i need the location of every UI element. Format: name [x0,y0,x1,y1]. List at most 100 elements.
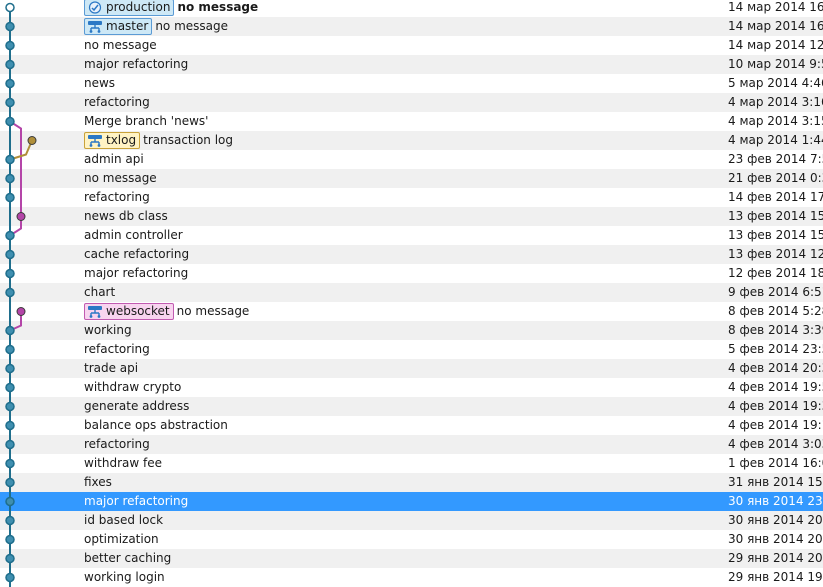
commit-message-cell: no message [84,36,157,55]
commit-message-cell: admin controller [84,226,183,245]
commit-message: admin controller [84,228,183,242]
commit-date: 23 фев 2014 7:56 [728,152,823,166]
branch-label-text: master [106,19,149,33]
commit-row[interactable]: news 5 мар 2014 4:46 [0,74,823,93]
commit-row[interactable]: working 8 фев 2014 3:39 [0,321,823,340]
commit-row[interactable]: txlog transaction log 4 мар 2014 1:44 [0,131,823,150]
commit-message-cell: balance ops abstraction [84,416,228,435]
branch-label-text: websocket [106,304,170,318]
commit-row[interactable]: refactoring 14 фев 2014 17:27 [0,188,823,207]
commit-date: 9 фев 2014 6:51 [728,285,823,299]
commit-date: 29 янв 2014 19:42 [728,570,823,584]
commit-message-cell: no message [84,169,157,188]
commit-row[interactable]: cache refactoring 13 фев 2014 12:44 [0,245,823,264]
commit-date: 10 мар 2014 9:54 [728,57,823,71]
commit-row[interactable]: better caching 29 янв 2014 20:36 [0,549,823,568]
commit-row[interactable]: fixes 31 янв 2014 15:51 [0,473,823,492]
commit-message-cell: chart [84,283,115,302]
commit-message: trade api [84,361,139,375]
commit-row[interactable]: no message 21 фев 2014 0:36 [0,169,823,188]
commit-row[interactable]: news db class 13 фев 2014 15:06 [0,207,823,226]
commit-message: no message [177,0,259,14]
branch-icon [87,305,103,318]
commit-row[interactable]: working login 29 янв 2014 19:42 [0,568,823,587]
commit-message: refactoring [84,95,150,109]
commit-row[interactable]: refactoring 4 мар 2014 3:16 [0,93,823,112]
commit-message-cell: admin api [84,150,144,169]
commit-message-cell: generate address [84,397,189,416]
commit-message-cell: id based lock [84,511,163,530]
commit-list: productionno message14 мар 2014 16:59mas… [0,0,823,587]
commit-message: no message [155,19,229,33]
commit-date: 4 фев 2014 3:03 [728,437,823,451]
commit-message-cell: trade api [84,359,138,378]
commit-message: Merge branch 'news' [84,114,209,128]
commit-date: 1 фев 2014 16:04 [728,456,823,470]
commit-row[interactable]: id based lock 30 янв 2014 20:28 [0,511,823,530]
commit-row[interactable]: generate address 4 фев 2014 19:34 [0,397,823,416]
commit-row[interactable]: trade api 4 фев 2014 20:30 [0,359,823,378]
commit-date: 4 фев 2014 19:53 [728,380,823,394]
commit-row[interactable]: refactoring 5 фев 2014 23:51 [0,340,823,359]
commit-message: generate address [84,399,190,413]
commit-message: working login [84,570,165,584]
commit-row[interactable]: admin api 23 фев 2014 7:56 [0,150,823,169]
commit-message-cell: refactoring [84,188,150,207]
commit-row[interactable]: admin controller 13 фев 2014 15:05 [0,226,823,245]
commit-message: major refactoring [84,266,189,280]
commit-row[interactable]: major refactoring 12 фев 2014 18:18 [0,264,823,283]
branch-label[interactable]: websocket [84,303,174,320]
commit-message: chart [84,285,116,299]
commit-message: fixes [84,475,112,489]
commit-row[interactable]: optimization 30 янв 2014 20:17 [0,530,823,549]
commit-row[interactable]: websocket no message 8 фев 2014 5:28 [0,302,823,321]
commit-message-cell: txlog transaction log [84,131,233,150]
commit-message: withdraw crypto [84,380,182,394]
commit-message: news [84,76,116,90]
commit-row[interactable]: withdraw fee 1 фев 2014 16:04 [0,454,823,473]
commit-row[interactable]: refactoring 4 фев 2014 3:03 [0,435,823,454]
commit-message: no message [84,38,157,52]
commit-message: news db class [84,209,168,223]
commit-row[interactable]: no message 14 мар 2014 12:11 [0,36,823,55]
commit-row[interactable]: balance ops abstraction 4 фев 2014 19:19 [0,416,823,435]
commit-row[interactable]: major refactoring 30 янв 2014 23:06 [0,492,823,511]
commit-date: 29 янв 2014 20:36 [728,551,823,565]
commit-date: 4 мар 2014 1:44 [728,133,823,147]
commit-message-cell: major refactoring [84,55,188,74]
commit-row[interactable]: major refactoring 10 мар 2014 9:54 [0,55,823,74]
commit-date: 31 янв 2014 15:51 [728,475,823,489]
commit-date: 14 фев 2014 17:27 [728,190,823,204]
branch-label-text: production [106,0,171,14]
commit-message-cell: withdraw fee [84,454,162,473]
commit-row[interactable]: master no message 14 мар 2014 16:59 [0,17,823,36]
commit-message: major refactoring [84,494,189,508]
branch-label[interactable]: master [84,18,153,35]
commit-date: 4 мар 2014 3:15 [728,114,823,128]
commit-message-cell: cache refactoring [84,245,189,264]
commit-message: refactoring [84,190,150,204]
commit-date: 13 фев 2014 15:06 [728,209,823,223]
branch-label[interactable]: txlog [84,132,141,149]
commit-message: refactoring [84,437,150,451]
commit-message-cell: major refactoring [84,492,188,511]
commit-message-cell: production no message [84,0,258,17]
commit-message-cell: optimization [84,530,159,549]
branch-icon [87,20,103,33]
branch-label[interactable]: production [84,0,175,16]
branch-label-text: txlog [106,133,137,147]
commit-row[interactable]: withdraw crypto 4 фев 2014 19:53 [0,378,823,397]
branch-icon [87,134,103,147]
commit-message-cell: withdraw crypto [84,378,181,397]
commit-date: 4 фев 2014 19:34 [728,399,823,413]
commit-message: balance ops abstraction [84,418,228,432]
commit-message-cell: fixes [84,473,112,492]
commit-date: 30 янв 2014 23:06 [728,494,823,508]
commit-row[interactable]: Merge branch 'news' 4 мар 2014 3:15 [0,112,823,131]
commit-message: optimization [84,532,159,546]
commit-row[interactable]: chart 9 фев 2014 6:51 [0,283,823,302]
branch-sync-icon [87,1,103,14]
commit-message: transaction log [143,133,234,147]
commit-message: no message [176,304,250,318]
commit-row[interactable]: production no message 14 мар 2014 16:59 [0,0,823,17]
